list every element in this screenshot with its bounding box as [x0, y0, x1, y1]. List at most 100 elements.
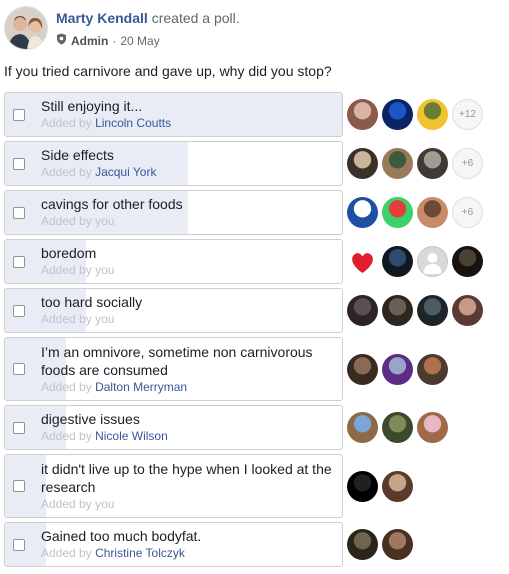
- more-voters-badge[interactable]: +6: [452, 197, 483, 228]
- option-checkbox[interactable]: [13, 305, 25, 317]
- added-by-name[interactable]: Nicole Wilson: [95, 429, 168, 443]
- option-checkbox[interactable]: [13, 363, 25, 375]
- voter-avatar[interactable]: [417, 99, 448, 130]
- option-label: Still enjoying it...: [41, 98, 143, 114]
- voter-avatar[interactable]: [417, 197, 448, 228]
- poll-option[interactable]: Still enjoying it... Added by Lincoln Cou…: [4, 92, 343, 137]
- option-label: Gained too much bodyfat.: [41, 528, 202, 544]
- voter-avatar[interactable]: [382, 197, 413, 228]
- added-by-prefix: Added by: [41, 116, 92, 130]
- poll-option[interactable]: digestive issues Added by Nicole Wilson: [4, 405, 343, 450]
- voter-avatar[interactable]: [347, 99, 378, 130]
- option-added-by: Added by Christine Tolczyk: [41, 546, 336, 561]
- added-by-name: you: [95, 263, 115, 277]
- voter-avatar[interactable]: [382, 148, 413, 179]
- added-by-name: you: [95, 312, 115, 326]
- more-voters-badge[interactable]: +6: [452, 148, 483, 179]
- post-action: created a poll.: [151, 10, 240, 26]
- option-added-by: Added by Dalton Merryman: [41, 380, 336, 395]
- voter-avatars: [347, 295, 487, 326]
- poll-question: If you tried carnivore and gave up, why …: [4, 63, 332, 79]
- post-date[interactable]: 20 May: [120, 34, 159, 48]
- poll-option[interactable]: too hard socially Added by you: [4, 288, 343, 333]
- option-added-by: Added by Nicole Wilson: [41, 429, 336, 444]
- voter-avatars: [347, 354, 452, 385]
- author-avatar[interactable]: [4, 6, 48, 50]
- voter-avatar[interactable]: [417, 354, 448, 385]
- added-by-prefix: Added by: [41, 214, 92, 228]
- voter-avatars: +12: [347, 99, 483, 130]
- option-checkbox[interactable]: [13, 422, 25, 434]
- poll-option[interactable]: Side effects Added by Jacqui York: [4, 141, 343, 186]
- option-text: boredom Added by you: [41, 244, 336, 278]
- voter-avatar[interactable]: [347, 412, 378, 443]
- added-by-prefix: Added by: [41, 380, 92, 394]
- voter-avatar[interactable]: [382, 99, 413, 130]
- option-text: Side effects Added by Jacqui York: [41, 146, 336, 180]
- voter-avatars: [347, 529, 417, 560]
- voter-avatar[interactable]: [382, 295, 413, 326]
- option-checkbox[interactable]: [13, 256, 25, 268]
- voter-avatar[interactable]: [417, 412, 448, 443]
- post-meta: Admin · 20 May: [56, 33, 160, 48]
- voter-avatar[interactable]: [347, 471, 378, 502]
- vote-bar: [5, 523, 46, 566]
- poll-option[interactable]: boredom Added by you: [4, 239, 343, 284]
- voter-avatar[interactable]: [347, 148, 378, 179]
- added-by-name[interactable]: Dalton Merryman: [95, 380, 187, 394]
- option-checkbox[interactable]: [13, 109, 25, 121]
- added-by-name[interactable]: Christine Tolczyk: [95, 546, 185, 560]
- added-by-name[interactable]: Lincoln Coutts: [95, 116, 171, 130]
- option-text: cavings for other foods Added by you: [41, 195, 336, 229]
- option-added-by: Added by Lincoln Coutts: [41, 116, 336, 131]
- added-by-prefix: Added by: [41, 312, 92, 326]
- added-by-prefix: Added by: [41, 497, 92, 511]
- option-added-by: Added by you: [41, 263, 336, 278]
- added-by-prefix: Added by: [41, 165, 92, 179]
- meta-separator: ·: [112, 33, 117, 48]
- voter-avatar[interactable]: [417, 246, 448, 277]
- option-checkbox[interactable]: [13, 480, 25, 492]
- option-label: Side effects: [41, 147, 114, 163]
- author-name[interactable]: Marty Kendall: [56, 10, 148, 26]
- option-checkbox[interactable]: [13, 158, 25, 170]
- voter-avatar[interactable]: [382, 412, 413, 443]
- option-added-by: Added by you: [41, 214, 336, 229]
- poll-option[interactable]: Gained too much bodyfat. Added by Christi…: [4, 522, 343, 567]
- voter-avatar[interactable]: [347, 295, 378, 326]
- option-checkbox[interactable]: [13, 539, 25, 551]
- voter-avatar[interactable]: [382, 354, 413, 385]
- option-label: I’m an omnivore, sometime non carnivorou…: [41, 344, 313, 378]
- voter-avatar[interactable]: [347, 197, 378, 228]
- option-added-by: Added by Jacqui York: [41, 165, 336, 180]
- voter-avatar[interactable]: [347, 529, 378, 560]
- voter-avatar[interactable]: [417, 148, 448, 179]
- poll-option[interactable]: cavings for other foods Added by you: [4, 190, 343, 235]
- voter-avatar[interactable]: [452, 246, 483, 277]
- option-text: Gained too much bodyfat. Added by Christi…: [41, 527, 336, 561]
- post-title-line: Marty Kendall created a poll.: [56, 10, 240, 26]
- option-text: Still enjoying it... Added by Lincoln Cou…: [41, 97, 336, 131]
- more-voters-badge[interactable]: +12: [452, 99, 483, 130]
- voter-avatars: [347, 471, 417, 502]
- added-by-name[interactable]: Jacqui York: [95, 165, 156, 179]
- option-label: digestive issues: [41, 411, 140, 427]
- voter-avatars: +6: [347, 197, 483, 228]
- voter-avatar[interactable]: [417, 295, 448, 326]
- option-text: I’m an omnivore, sometime non carnivorou…: [41, 343, 336, 395]
- option-text: too hard socially Added by you: [41, 293, 336, 327]
- voter-avatar[interactable]: [382, 529, 413, 560]
- poll-option[interactable]: it didn't live up to the hype when I loo…: [4, 454, 343, 518]
- added-by-name: you: [95, 497, 115, 511]
- poll-option[interactable]: I’m an omnivore, sometime non carnivorou…: [4, 337, 343, 401]
- post-header: Marty Kendall created a poll. Admin · 20…: [4, 6, 504, 52]
- voter-avatar[interactable]: [382, 471, 413, 502]
- voter-avatar[interactable]: [347, 354, 378, 385]
- voter-avatar[interactable]: [347, 246, 378, 277]
- voter-avatar[interactable]: [452, 295, 483, 326]
- voter-avatar[interactable]: [382, 246, 413, 277]
- option-label: it didn't live up to the hype when I loo…: [41, 461, 332, 495]
- voter-avatars: +6: [347, 148, 483, 179]
- added-by-prefix: Added by: [41, 263, 92, 277]
- option-checkbox[interactable]: [13, 207, 25, 219]
